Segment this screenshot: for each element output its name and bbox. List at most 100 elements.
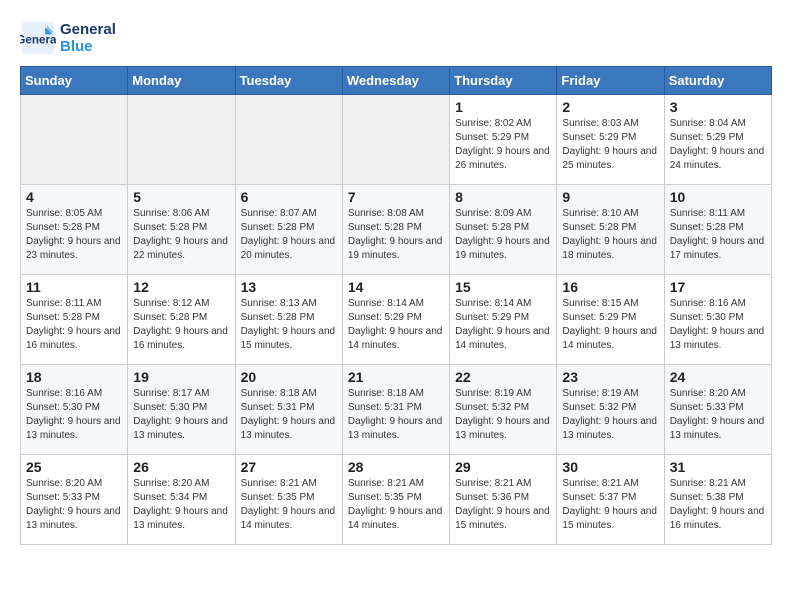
calendar-row: 25 Sunrise: 8:20 AM Sunset: 5:33 PM Dayl… — [21, 455, 772, 545]
weekday-header: Saturday — [664, 67, 771, 95]
day-number: 29 — [455, 459, 551, 475]
day-info: Sunrise: 8:18 AM Sunset: 5:31 PM Dayligh… — [348, 387, 444, 443]
day-info: Sunrise: 8:10 AM Sunset: 5:28 PM Dayligh… — [562, 207, 658, 263]
day-number: 21 — [348, 369, 444, 385]
day-number: 22 — [455, 369, 551, 385]
calendar-cell: 29 Sunrise: 8:21 AM Sunset: 5:36 PM Dayl… — [450, 455, 557, 545]
day-number: 6 — [241, 189, 337, 205]
day-number: 5 — [133, 189, 229, 205]
calendar-cell: 15 Sunrise: 8:14 AM Sunset: 5:29 PM Dayl… — [450, 275, 557, 365]
day-number: 20 — [241, 369, 337, 385]
calendar-cell: 6 Sunrise: 8:07 AM Sunset: 5:28 PM Dayli… — [235, 185, 342, 275]
day-number: 19 — [133, 369, 229, 385]
day-number: 12 — [133, 279, 229, 295]
weekday-header: Thursday — [450, 67, 557, 95]
day-number: 9 — [562, 189, 658, 205]
day-info: Sunrise: 8:21 AM Sunset: 5:35 PM Dayligh… — [241, 477, 337, 533]
day-number: 13 — [241, 279, 337, 295]
calendar-cell — [342, 95, 449, 185]
day-number: 17 — [670, 279, 766, 295]
day-number: 15 — [455, 279, 551, 295]
calendar-cell: 8 Sunrise: 8:09 AM Sunset: 5:28 PM Dayli… — [450, 185, 557, 275]
calendar-cell — [128, 95, 235, 185]
calendar-cell: 24 Sunrise: 8:20 AM Sunset: 5:33 PM Dayl… — [664, 365, 771, 455]
day-info: Sunrise: 8:16 AM Sunset: 5:30 PM Dayligh… — [26, 387, 122, 443]
calendar-cell: 11 Sunrise: 8:11 AM Sunset: 5:28 PM Dayl… — [21, 275, 128, 365]
weekday-header: Wednesday — [342, 67, 449, 95]
calendar-cell: 2 Sunrise: 8:03 AM Sunset: 5:29 PM Dayli… — [557, 95, 664, 185]
day-info: Sunrise: 8:03 AM Sunset: 5:29 PM Dayligh… — [562, 117, 658, 173]
calendar-cell: 25 Sunrise: 8:20 AM Sunset: 5:33 PM Dayl… — [21, 455, 128, 545]
logo: General GeneralBlue — [20, 20, 116, 56]
weekday-header-row: SundayMondayTuesdayWednesdayThursdayFrid… — [21, 67, 772, 95]
calendar-cell: 18 Sunrise: 8:16 AM Sunset: 5:30 PM Dayl… — [21, 365, 128, 455]
day-info: Sunrise: 8:21 AM Sunset: 5:35 PM Dayligh… — [348, 477, 444, 533]
day-number: 24 — [670, 369, 766, 385]
calendar-cell: 31 Sunrise: 8:21 AM Sunset: 5:38 PM Dayl… — [664, 455, 771, 545]
day-info: Sunrise: 8:21 AM Sunset: 5:38 PM Dayligh… — [670, 477, 766, 533]
day-info: Sunrise: 8:16 AM Sunset: 5:30 PM Dayligh… — [670, 297, 766, 353]
day-info: Sunrise: 8:19 AM Sunset: 5:32 PM Dayligh… — [455, 387, 551, 443]
calendar-cell: 5 Sunrise: 8:06 AM Sunset: 5:28 PM Dayli… — [128, 185, 235, 275]
day-info: Sunrise: 8:20 AM Sunset: 5:33 PM Dayligh… — [670, 387, 766, 443]
day-number: 28 — [348, 459, 444, 475]
day-number: 14 — [348, 279, 444, 295]
calendar-cell: 1 Sunrise: 8:02 AM Sunset: 5:29 PM Dayli… — [450, 95, 557, 185]
day-info: Sunrise: 8:14 AM Sunset: 5:29 PM Dayligh… — [455, 297, 551, 353]
day-info: Sunrise: 8:15 AM Sunset: 5:29 PM Dayligh… — [562, 297, 658, 353]
page-header: General GeneralBlue — [20, 20, 772, 56]
day-number: 18 — [26, 369, 122, 385]
calendar-cell: 21 Sunrise: 8:18 AM Sunset: 5:31 PM Dayl… — [342, 365, 449, 455]
calendar-cell: 19 Sunrise: 8:17 AM Sunset: 5:30 PM Dayl… — [128, 365, 235, 455]
calendar-cell: 16 Sunrise: 8:15 AM Sunset: 5:29 PM Dayl… — [557, 275, 664, 365]
calendar-table: SundayMondayTuesdayWednesdayThursdayFrid… — [20, 66, 772, 545]
calendar-cell: 27 Sunrise: 8:21 AM Sunset: 5:35 PM Dayl… — [235, 455, 342, 545]
day-number: 30 — [562, 459, 658, 475]
calendar-cell: 10 Sunrise: 8:11 AM Sunset: 5:28 PM Dayl… — [664, 185, 771, 275]
calendar-row: 11 Sunrise: 8:11 AM Sunset: 5:28 PM Dayl… — [21, 275, 772, 365]
calendar-cell: 3 Sunrise: 8:04 AM Sunset: 5:29 PM Dayli… — [664, 95, 771, 185]
day-info: Sunrise: 8:18 AM Sunset: 5:31 PM Dayligh… — [241, 387, 337, 443]
calendar-cell: 9 Sunrise: 8:10 AM Sunset: 5:28 PM Dayli… — [557, 185, 664, 275]
weekday-header: Tuesday — [235, 67, 342, 95]
calendar-row: 4 Sunrise: 8:05 AM Sunset: 5:28 PM Dayli… — [21, 185, 772, 275]
calendar-cell: 22 Sunrise: 8:19 AM Sunset: 5:32 PM Dayl… — [450, 365, 557, 455]
calendar-cell — [235, 95, 342, 185]
calendar-row: 1 Sunrise: 8:02 AM Sunset: 5:29 PM Dayli… — [21, 95, 772, 185]
day-info: Sunrise: 8:17 AM Sunset: 5:30 PM Dayligh… — [133, 387, 229, 443]
calendar-cell: 26 Sunrise: 8:20 AM Sunset: 5:34 PM Dayl… — [128, 455, 235, 545]
day-number: 27 — [241, 459, 337, 475]
day-info: Sunrise: 8:04 AM Sunset: 5:29 PM Dayligh… — [670, 117, 766, 173]
calendar-cell: 23 Sunrise: 8:19 AM Sunset: 5:32 PM Dayl… — [557, 365, 664, 455]
calendar-cell: 12 Sunrise: 8:12 AM Sunset: 5:28 PM Dayl… — [128, 275, 235, 365]
day-number: 10 — [670, 189, 766, 205]
logo-icon: General — [20, 20, 56, 56]
day-info: Sunrise: 8:11 AM Sunset: 5:28 PM Dayligh… — [26, 297, 122, 353]
day-info: Sunrise: 8:12 AM Sunset: 5:28 PM Dayligh… — [133, 297, 229, 353]
day-number: 31 — [670, 459, 766, 475]
day-number: 7 — [348, 189, 444, 205]
day-info: Sunrise: 8:20 AM Sunset: 5:34 PM Dayligh… — [133, 477, 229, 533]
day-info: Sunrise: 8:09 AM Sunset: 5:28 PM Dayligh… — [455, 207, 551, 263]
day-number: 8 — [455, 189, 551, 205]
day-info: Sunrise: 8:06 AM Sunset: 5:28 PM Dayligh… — [133, 207, 229, 263]
day-info: Sunrise: 8:11 AM Sunset: 5:28 PM Dayligh… — [670, 207, 766, 263]
day-number: 25 — [26, 459, 122, 475]
day-info: Sunrise: 8:07 AM Sunset: 5:28 PM Dayligh… — [241, 207, 337, 263]
calendar-cell: 14 Sunrise: 8:14 AM Sunset: 5:29 PM Dayl… — [342, 275, 449, 365]
calendar-cell: 30 Sunrise: 8:21 AM Sunset: 5:37 PM Dayl… — [557, 455, 664, 545]
day-info: Sunrise: 8:13 AM Sunset: 5:28 PM Dayligh… — [241, 297, 337, 353]
day-number: 3 — [670, 99, 766, 115]
calendar-row: 18 Sunrise: 8:16 AM Sunset: 5:30 PM Dayl… — [21, 365, 772, 455]
day-info: Sunrise: 8:19 AM Sunset: 5:32 PM Dayligh… — [562, 387, 658, 443]
calendar-cell — [21, 95, 128, 185]
calendar-cell: 28 Sunrise: 8:21 AM Sunset: 5:35 PM Dayl… — [342, 455, 449, 545]
day-info: Sunrise: 8:14 AM Sunset: 5:29 PM Dayligh… — [348, 297, 444, 353]
weekday-header: Friday — [557, 67, 664, 95]
day-number: 11 — [26, 279, 122, 295]
day-info: Sunrise: 8:20 AM Sunset: 5:33 PM Dayligh… — [26, 477, 122, 533]
calendar-cell: 17 Sunrise: 8:16 AM Sunset: 5:30 PM Dayl… — [664, 275, 771, 365]
day-info: Sunrise: 8:05 AM Sunset: 5:28 PM Dayligh… — [26, 207, 122, 263]
calendar-cell: 13 Sunrise: 8:13 AM Sunset: 5:28 PM Dayl… — [235, 275, 342, 365]
svg-text:General: General — [20, 33, 56, 46]
